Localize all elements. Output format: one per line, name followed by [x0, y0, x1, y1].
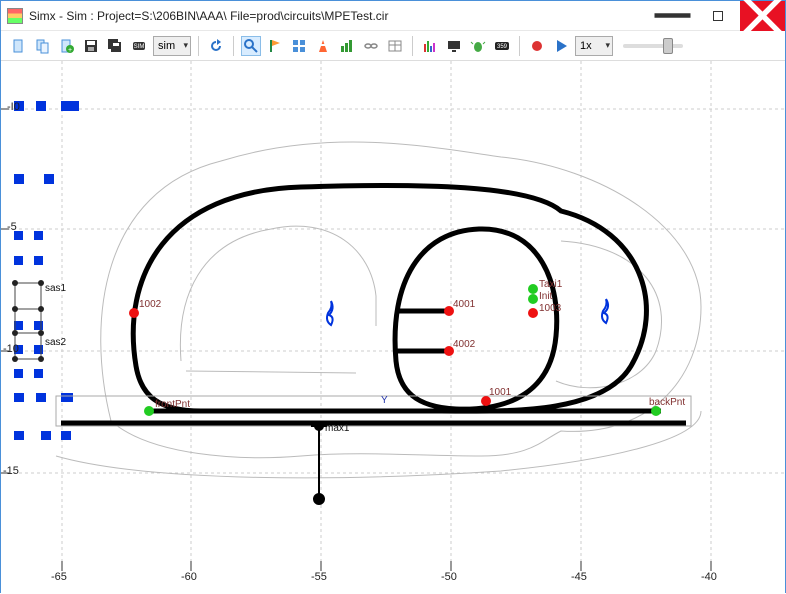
flag-icon[interactable] [265, 36, 285, 56]
title-bar: Simx - Sim : Project=S:\206BIN\AAA\ File… [1, 1, 785, 31]
label-sas2: sas2 [45, 337, 66, 348]
close-button[interactable] [740, 1, 785, 31]
label-backPnt: backPnt [649, 397, 685, 408]
y-tick-0: -I0 [7, 101, 20, 113]
speed-select[interactable]: 1x [575, 36, 613, 56]
y-tick-3: -15 [3, 465, 19, 477]
bars-multi-icon[interactable] [420, 36, 440, 56]
link-icon[interactable] [361, 36, 381, 56]
label-sas1: sas1 [45, 283, 66, 294]
label-init: Init [539, 291, 552, 302]
counter-icon[interactable]: 359 [492, 36, 512, 56]
canvas[interactable]: Y -I0 -5 -10 -15 -65 -60 -55 -50 -45 -40… [1, 61, 785, 594]
label-frontPnt: frontPnt [155, 399, 190, 410]
label-1001: 1001 [489, 387, 511, 398]
bar-chart-icon[interactable] [337, 36, 357, 56]
x-tick-0: -65 [51, 571, 67, 583]
grid-icon[interactable] [289, 36, 309, 56]
table-icon[interactable] [385, 36, 405, 56]
new-file-icon[interactable] [9, 36, 29, 56]
copy-icon[interactable] [33, 36, 53, 56]
label-4002: 4002 [453, 339, 475, 350]
minimize-button[interactable] [650, 1, 695, 31]
label-4001: 4001 [453, 299, 475, 310]
save-icon[interactable] [81, 36, 101, 56]
label-taxi1: Taxi1 [539, 279, 562, 290]
x-tick-4: -45 [571, 571, 587, 583]
sim-select[interactable]: sim [153, 36, 191, 56]
zoom-icon[interactable] [241, 36, 261, 56]
label-max1: max1 [325, 423, 349, 434]
label-1002: 1002 [139, 299, 161, 310]
x-tick-2: -55 [311, 571, 327, 583]
monitor-icon[interactable] [444, 36, 464, 56]
record-icon[interactable] [527, 36, 547, 56]
label-1003: 1003 [539, 303, 561, 314]
y-tick-2: -10 [3, 343, 19, 355]
plot-svg: Y [1, 61, 785, 594]
save-all-icon[interactable] [105, 36, 125, 56]
y-tick-1: -5 [7, 221, 17, 233]
play-icon[interactable] [551, 36, 571, 56]
badge-icon[interactable]: SIM [129, 36, 149, 56]
x-tick-3: -50 [441, 571, 457, 583]
cone-icon[interactable] [313, 36, 333, 56]
svg-text:SIM: SIM [134, 44, 145, 50]
bug-icon[interactable] [468, 36, 488, 56]
maximize-button[interactable] [695, 1, 740, 31]
x-tick-5: -40 [701, 571, 717, 583]
svg-text:+: + [68, 47, 72, 54]
add-file-icon[interactable]: + [57, 36, 77, 56]
svg-text:Y: Y [381, 395, 388, 406]
refresh-icon[interactable] [206, 36, 226, 56]
app-icon [7, 8, 23, 24]
speed-slider[interactable] [623, 44, 683, 48]
x-tick-1: -60 [181, 571, 197, 583]
svg-text:359: 359 [497, 44, 508, 50]
window-title: Simx - Sim : Project=S:\206BIN\AAA\ File… [29, 9, 650, 23]
